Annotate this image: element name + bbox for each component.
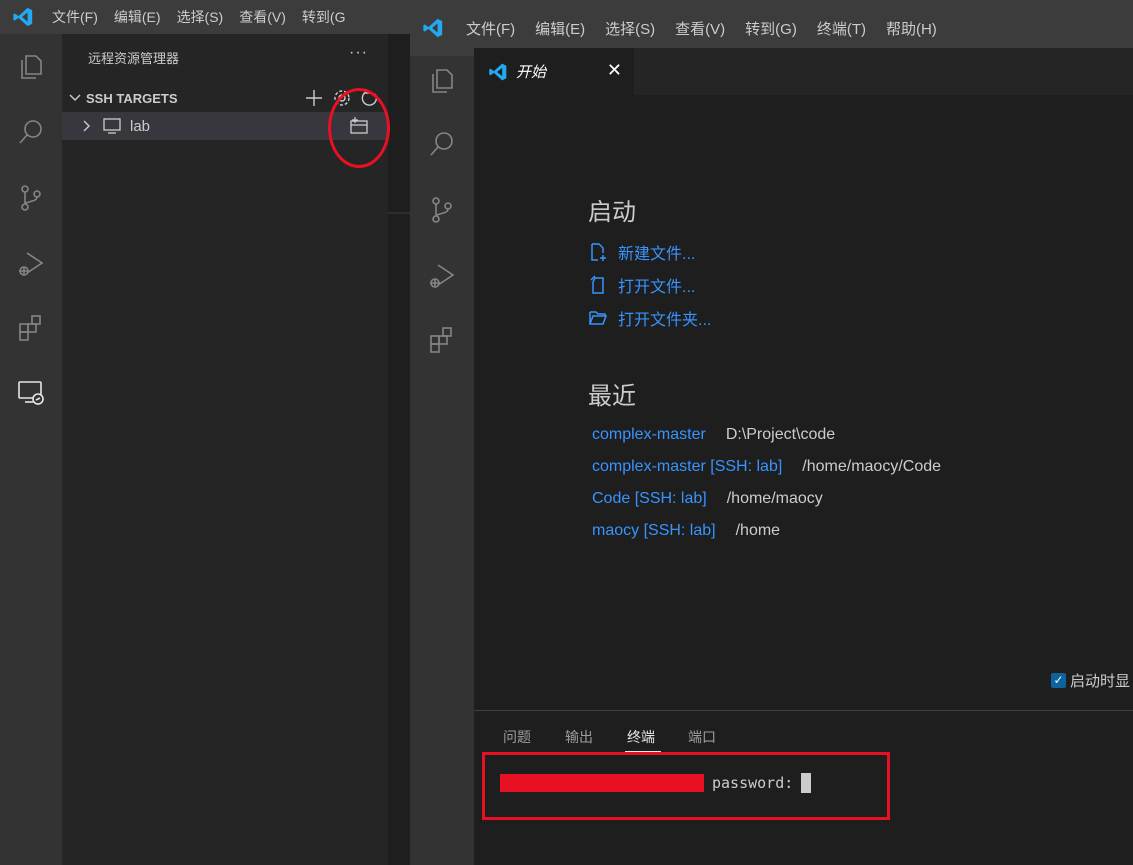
menu-file[interactable]: 文件(F) [466,18,515,39]
new-file-icon [591,242,606,261]
remote-explorer-icon[interactable] [0,368,62,416]
recent-item-path: /home/maocy [726,490,823,507]
add-icon[interactable] [304,88,324,108]
back-title-bar: 文件(F) 编辑(E) 选择(S) 查看(V) 转到(G [0,0,420,34]
open-file-link[interactable]: 打开文件... [588,268,711,301]
ssh-targets-label: SSH TARGETS [86,90,178,106]
annotation-rectangle [482,752,890,820]
close-icon[interactable]: ✕ [607,60,622,81]
open-folder-label: 打开文件夹... [618,311,712,329]
open-folder-icon [589,310,608,325]
recent-item-path: /home/maocy/Code [802,458,942,475]
extensions-icon[interactable] [0,304,62,352]
menu-edit[interactable]: 编辑(E) [535,18,585,39]
vscode-logo-icon [489,63,507,80]
new-file-label: 新建文件... [618,245,696,263]
welcome-recent-section: 最近 complex-master D:\Project\code comple… [588,376,941,547]
extensions-icon[interactable] [410,316,474,364]
run-debug-icon[interactable] [0,240,62,288]
search-icon[interactable] [410,120,474,168]
back-menu-edit[interactable]: 编辑(E) [114,7,161,27]
tab-ports[interactable]: 端口 [688,727,716,747]
menu-terminal[interactable]: 终端(T) [817,18,866,39]
back-menu-go[interactable]: 转到(G [302,7,346,27]
source-control-icon[interactable] [410,186,474,234]
back-activity-bar [0,34,62,865]
chevron-right-icon [83,120,90,132]
new-file-link[interactable]: 新建文件... [588,235,711,268]
editor-tab-bar: 开始 ✕ [474,48,1133,95]
explorer-icon[interactable] [0,42,62,90]
annotation-circle [328,88,390,168]
menu-help[interactable]: 帮助(H) [886,18,937,39]
back-menu-file[interactable]: 文件(F) [52,7,98,27]
front-activity-bar [410,56,474,865]
tab-output[interactable]: 输出 [565,727,593,747]
vscode-logo-icon [13,7,33,27]
vscode-logo-icon [423,18,443,38]
front-window: 文件(F) 编辑(E) 选择(S) 查看(V) 转到(G) 终端(T) 帮助(H… [410,0,1133,865]
monitor-icon [103,118,121,134]
recent-item[interactable]: Code [SSH: lab] /home/maocy [592,483,941,515]
checkbox-checked-icon[interactable]: ✓ [1051,673,1066,688]
open-file-icon [590,274,604,294]
tab-welcome[interactable]: 开始 ✕ [474,48,634,95]
explorer-icon[interactable] [410,56,474,104]
recent-item-name[interactable]: maocy [SSH: lab] [592,522,716,540]
recent-item-name[interactable]: complex-master [SSH: lab] [592,458,782,476]
ssh-target-label: lab [130,117,151,135]
recent-item[interactable]: complex-master D:\Project\code [592,419,941,451]
recent-item[interactable]: complex-master [SSH: lab] /home/maocy/Co… [592,451,941,483]
welcome-start-section: 启动 新建文件... 打开文件... 打开文件夹... [588,192,711,334]
recent-item[interactable]: maocy [SSH: lab] /home [592,515,941,547]
search-icon[interactable] [0,108,62,156]
recent-heading: 最近 [588,383,636,410]
tab-label: 开始 [516,64,547,81]
menu-go[interactable]: 转到(G) [745,18,797,39]
recent-item-path: /home [735,522,781,539]
tab-problems[interactable]: 问题 [503,727,531,747]
chevron-down-icon [69,94,81,101]
start-heading: 启动 [588,199,636,226]
source-control-icon[interactable] [0,174,62,222]
back-menu-view[interactable]: 查看(V) [239,7,286,27]
recent-item-name[interactable]: Code [SSH: lab] [592,490,707,508]
sidebar-title: 远程资源管理器 [88,51,180,66]
recent-item-path: D:\Project\code [725,426,836,443]
more-actions-icon[interactable]: ··· [349,44,368,62]
open-file-label: 打开文件... [618,278,696,296]
back-menu-select[interactable]: 选择(S) [177,7,224,27]
menu-view[interactable]: 查看(V) [675,18,725,39]
show-on-startup-checkbox[interactable]: ✓ 启动时显 [1051,670,1130,691]
open-folder-link[interactable]: 打开文件夹... [588,301,711,334]
menu-select[interactable]: 选择(S) [605,18,655,39]
tab-terminal[interactable]: 终端 [627,727,655,747]
run-debug-icon[interactable] [410,252,474,300]
recent-item-name[interactable]: complex-master [592,426,706,444]
show-on-startup-label: 启动时显 [1070,673,1131,690]
